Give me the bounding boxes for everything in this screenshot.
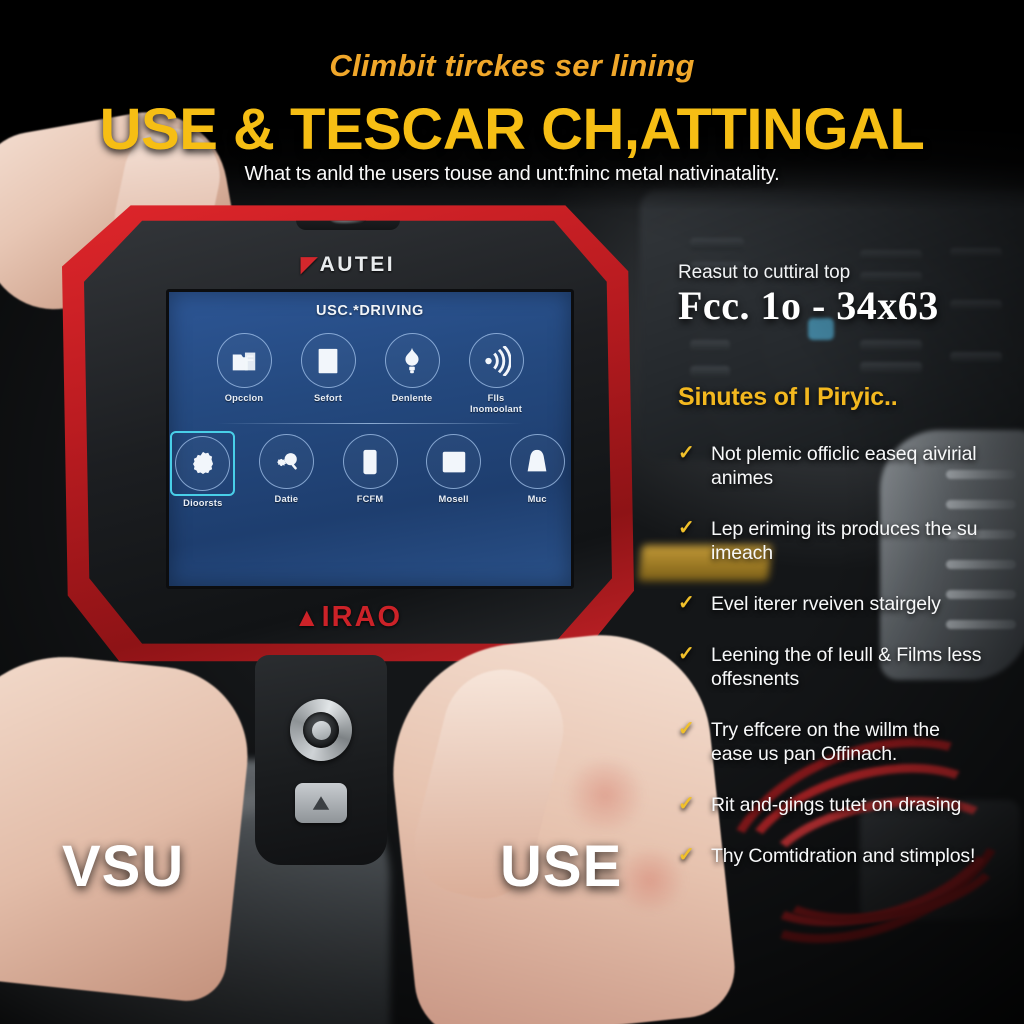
check-icon: ✓ <box>678 718 695 740</box>
dash-button <box>860 250 922 261</box>
list-item: ✓ Try effcere on the willm the ease us p… <box>678 718 1018 766</box>
right-column: Reasut to cuttiral top Fcc. 1o - 34x63 S… <box>678 262 1018 895</box>
list-item-label: Leening the of Ieull & Films less offesn… <box>711 644 982 690</box>
list-item-label: Try effcere on the willm the ease us pan… <box>711 719 940 765</box>
gears-magnifier-icon <box>258 434 314 489</box>
check-icon: ✓ <box>678 592 695 614</box>
app-tile-datie[interactable]: Datie <box>253 434 321 509</box>
app-tile-sefort[interactable]: Sefort <box>294 333 362 414</box>
device-handle <box>255 655 387 865</box>
flame-bulb-icon <box>384 333 440 388</box>
footer-word-right: USE <box>500 834 623 899</box>
check-icon: ✓ <box>678 793 695 815</box>
list-item-label: Rit and-gings tutet on drasing <box>711 794 962 816</box>
dash-button <box>950 248 1002 258</box>
section-heading: Sinutes of I Piryic.. <box>678 383 898 411</box>
list-item: ✓ Thy Comtidration and stimplos! <box>678 844 1018 868</box>
app-label: Datie <box>274 494 299 504</box>
app-label: Mosell <box>438 494 469 504</box>
code-value: Fcc. 1o - 34x63 <box>678 283 939 328</box>
app-label: Muc <box>527 494 547 504</box>
wireless-signal-icon <box>468 333 524 388</box>
brand-name-top: AUTEI <box>319 253 396 276</box>
app-tile-denlente[interactable]: Denlente <box>378 333 446 414</box>
list-item-label: Not plemic officlic easeq aivirial anime… <box>711 443 977 489</box>
screen-title: USC.*DRIVING <box>316 303 424 319</box>
code-eyebrow: Reasut to cuttiral top <box>678 262 851 283</box>
knuckle-shadow <box>560 760 650 830</box>
footer-word-left: VSU <box>62 834 185 899</box>
brand-logo-bottom: ▲IRAO <box>84 601 612 634</box>
app-label: Opcclon <box>224 393 264 403</box>
app-grid-row-1: Opcclon Sefort Denlente Flls Inomoolant <box>169 333 571 414</box>
list-item: ✓ Lep eriming its produces the su imeach <box>678 517 1018 565</box>
device-screen[interactable]: USC.*DRIVING Opcclon Sefort Denlente Fll… <box>166 289 574 589</box>
list-item-label: Evel iterer rveiven stairgely <box>711 593 941 615</box>
screen-divider <box>217 423 523 424</box>
app-tile-muc[interactable]: Muc <box>503 434 571 509</box>
brand-triangle-icon: ▲ <box>293 602 322 632</box>
app-tile-dioorsts[interactable]: Dioorsts <box>169 431 237 509</box>
list-item: ✓ Leening the of Ieull & Films less offe… <box>678 643 1018 691</box>
app-label: FCFM <box>356 494 384 504</box>
app-label: Denlente <box>391 393 433 403</box>
app-tile-mosell[interactable]: Mosell <box>420 434 488 509</box>
dial-center-icon <box>311 720 331 740</box>
app-label: Sefort <box>313 393 343 403</box>
kicker-text: Climbit tirckes ser lining <box>329 48 695 83</box>
list-item: ✓ Rit and-gings tutet on drasing <box>678 793 1018 817</box>
document-photo-icon <box>300 333 356 388</box>
dash-button <box>690 238 744 250</box>
gear-plus-icon <box>175 436 231 491</box>
check-icon: ✓ <box>678 517 695 539</box>
folder-stack-icon <box>216 333 272 388</box>
app-grid-row-2: Dioorsts Datie FCFM Mosell Muc <box>169 431 571 509</box>
list-item: ✓ Evel iterer rveiven stairgely <box>678 592 1018 616</box>
device-body: ◤AUTEI USC.*DRIVING Opcclon Sefort Denle… <box>84 220 612 644</box>
poster-canvas: ◤AUTEI USC.*DRIVING Opcclon Sefort Denle… <box>0 0 1024 1024</box>
check-icon: ✓ <box>678 442 695 464</box>
rotary-dial[interactable] <box>290 699 352 761</box>
list-item-label: Lep eriming its produces the su imeach <box>711 518 978 564</box>
subtitle-text: What ts anld the users touse and unt:fni… <box>244 163 780 185</box>
app-label: Flls Inomoolant <box>469 393 523 414</box>
brand-logo-top: ◤AUTEI <box>84 252 612 277</box>
warning-triangle-button[interactable] <box>295 783 347 823</box>
tablet-device-icon <box>342 434 398 489</box>
app-tile-opcclon[interactable]: Opcclon <box>210 333 278 414</box>
check-icon: ✓ <box>678 844 695 866</box>
bell-alert-icon <box>509 434 565 489</box>
brand-name-bottom: IRAO <box>321 601 403 633</box>
check-icon: ✓ <box>678 643 695 665</box>
page-title: USE & TESCAR CH,ATTINGAL <box>99 97 925 162</box>
warning-triangle-icon <box>312 796 330 810</box>
app-tile-flls-inomoolant[interactable]: Flls Inomoolant <box>462 333 530 414</box>
brand-mark-icon: ◤ <box>300 253 320 276</box>
list-item-label: Thy Comtidration and stimplos! <box>711 845 976 867</box>
app-tile-fcfm[interactable]: FCFM <box>336 434 404 509</box>
monitor-screen-icon <box>426 434 482 489</box>
diagnostic-scanner-device[interactable]: ◤AUTEI USC.*DRIVING Opcclon Sefort Denle… <box>62 196 634 666</box>
left-hand-palm <box>0 645 257 1005</box>
list-item: ✓ Not plemic officlic easeq aivirial ani… <box>678 442 1018 490</box>
app-label: Dioorsts <box>183 498 223 508</box>
selection-highlight <box>170 431 236 496</box>
feature-list: ✓ Not plemic officlic easeq aivirial ani… <box>678 442 1018 868</box>
